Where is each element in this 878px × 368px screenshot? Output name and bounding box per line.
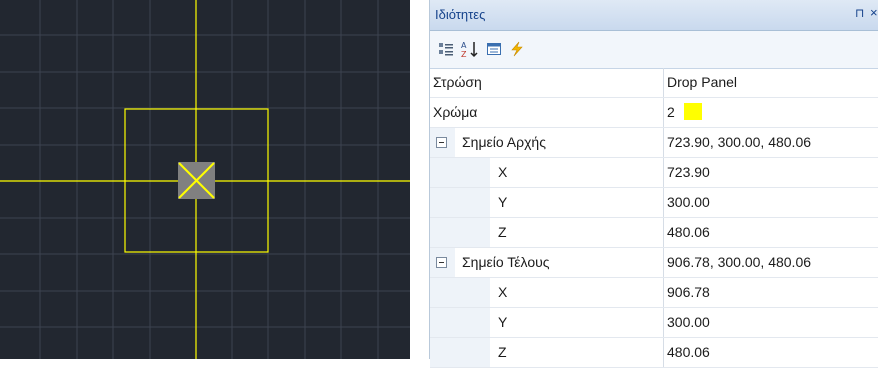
- svg-text:A: A: [461, 41, 467, 50]
- property-name: Z: [430, 218, 664, 247]
- color-index: 2: [667, 104, 675, 120]
- svg-text:Z: Z: [461, 50, 467, 58]
- property-value[interactable]: 906.78, 300.00, 480.06: [664, 248, 878, 277]
- property-row-end-point[interactable]: Σημείο Τέλους 906.78, 300.00, 480.06: [430, 248, 878, 278]
- sort-az-icon[interactable]: A Z: [460, 39, 480, 59]
- property-grid: Στρώση Drop Panel Χρώμα 2 Σημείο Αρχής 7…: [430, 68, 878, 368]
- property-value[interactable]: 723.90: [664, 158, 878, 187]
- property-value[interactable]: 723.90, 300.00, 480.06: [664, 128, 878, 157]
- property-row-start-x[interactable]: X 723.90: [430, 158, 878, 188]
- property-row-layer[interactable]: Στρώση Drop Panel: [430, 68, 878, 98]
- panel-titlebar: Ιδιότητες ⊓ ×: [430, 0, 878, 31]
- categorized-icon[interactable]: [436, 39, 456, 59]
- property-value[interactable]: 300.00: [664, 188, 878, 217]
- selection-grip-icon[interactable]: [178, 162, 215, 199]
- property-value[interactable]: Drop Panel: [664, 68, 878, 97]
- property-value[interactable]: 480.06: [664, 338, 878, 367]
- panel-toolbar: A Z: [430, 31, 878, 69]
- panel-title: Ιδιότητες: [435, 7, 486, 22]
- property-row-start-y[interactable]: Y 300.00: [430, 188, 878, 218]
- property-name: Στρώση: [430, 68, 664, 97]
- drawing-canvas[interactable]: [0, 0, 410, 359]
- property-name: Σημείο Τέλους: [430, 248, 664, 277]
- pin-icon[interactable]: ⊓: [855, 6, 864, 20]
- properties-panel: Ιδιότητες ⊓ × A Z Στρώση Drop Panel Χρώμ…: [429, 0, 878, 368]
- property-row-end-y[interactable]: Y 300.00: [430, 308, 878, 338]
- property-name: Y: [430, 188, 664, 217]
- property-row-start-z[interactable]: Z 480.06: [430, 218, 878, 248]
- property-row-end-x[interactable]: X 906.78: [430, 278, 878, 308]
- property-value[interactable]: 300.00: [664, 308, 878, 337]
- property-row-color[interactable]: Χρώμα 2: [430, 98, 878, 128]
- property-value[interactable]: 2: [664, 98, 878, 127]
- property-row-end-z[interactable]: Z 480.06: [430, 338, 878, 368]
- property-row-start-point[interactable]: Σημείο Αρχής 723.90, 300.00, 480.06: [430, 128, 878, 158]
- property-name: Σημείο Αρχής: [430, 128, 664, 157]
- property-name: X: [430, 278, 664, 307]
- property-name: X: [430, 158, 664, 187]
- color-swatch: [683, 103, 702, 121]
- property-pages-icon[interactable]: [484, 39, 504, 59]
- property-name: Y: [430, 308, 664, 337]
- property-name: Χρώμα: [430, 98, 664, 127]
- property-name: Z: [430, 338, 664, 367]
- property-value[interactable]: 480.06: [664, 218, 878, 247]
- close-icon[interactable]: ×: [870, 5, 878, 20]
- property-value[interactable]: 906.78: [664, 278, 878, 307]
- cad-viewport[interactable]: [0, 0, 410, 359]
- lightning-icon[interactable]: [507, 39, 527, 59]
